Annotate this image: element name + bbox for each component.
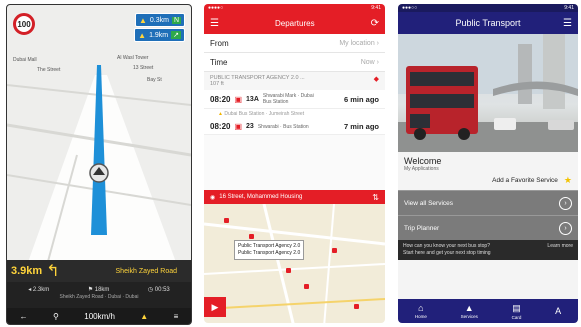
selected-stop-bar[interactable]: ◉ 16 Street, Mohammed Housing ⇅: [204, 190, 385, 204]
text-size-icon: A: [555, 306, 562, 316]
current-speed: 100km/h: [84, 311, 115, 321]
status-bar: ●●●○○ 9:41: [398, 4, 578, 12]
bus-stop-marker[interactable]: [224, 218, 229, 223]
agency-header[interactable]: PUBLIC TRANSPORT AGENCY 2.0 ... 107 ft ◆: [204, 72, 385, 90]
location-pin-icon: ◉: [210, 194, 216, 201]
departure-note: ▲ Dubai Bus Station · Jumeirah Street: [204, 109, 385, 119]
trip-planner-button[interactable]: Trip Planner ›: [398, 215, 578, 240]
welcome-subtitle: My Applications: [404, 166, 439, 172]
home-icon: ⌂: [418, 303, 424, 313]
info-banner: How can you know your next bus stop? Sta…: [398, 240, 578, 260]
expand-arrow-icon[interactable]: ▶: [204, 297, 226, 317]
nav-map[interactable]: [7, 5, 191, 265]
back-icon[interactable]: ←: [20, 312, 28, 321]
bus-icon: ▣: [234, 94, 243, 104]
distance-badge: ▲ 0.3km N: [134, 13, 185, 27]
menu-icon[interactable]: ☰: [563, 18, 572, 29]
tab-card[interactable]: ▤ Card: [512, 303, 522, 320]
street-name: Sheikh Zayed Road: [115, 267, 177, 275]
warning-icon[interactable]: ▲: [140, 312, 148, 321]
departures-screen: ●●●●○ 9:41 ☰ Departures ⟳ From My locati…: [204, 4, 385, 323]
departure-row[interactable]: 08:20 ▣ 23 Shwarabi · Bus Station 7 min …: [204, 119, 385, 135]
map-poi-label: Al Wasl Tower: [117, 55, 149, 61]
learn-more-link[interactable]: Learn more: [547, 243, 573, 257]
next-turn-row: 3.9km ↰ Sheikh Zayed Road: [7, 260, 191, 282]
arrival-time: ◷ 00:53: [147, 287, 170, 293]
car-icon: ▲: [138, 15, 147, 25]
map-callout[interactable]: Public Transport Agency 2.0 Public Trans…: [234, 240, 305, 260]
map-poi-label: 13 Street: [133, 65, 154, 71]
turn-distance: 3.9km: [11, 265, 43, 277]
nav-bottom-panel: 3.9km ↰ Sheikh Zayed Road ◂ 2.3km ⚑ 18km…: [7, 260, 191, 324]
tab-home[interactable]: ⌂ Home: [415, 303, 427, 319]
time-field[interactable]: Time Now ›: [204, 53, 385, 72]
tab-services[interactable]: ▲ Services: [461, 303, 478, 319]
map-poi-label: Bay St: [147, 77, 162, 83]
bus-stop-marker[interactable]: [249, 234, 254, 239]
view-all-services-button[interactable]: View all Services ›: [398, 190, 578, 215]
from-field[interactable]: From My location ›: [204, 34, 385, 53]
services-icon: ▲: [464, 303, 474, 313]
location-pin-icon: ◆: [373, 76, 379, 83]
distance-badge: ▲ 1.9km ↗: [134, 28, 185, 42]
welcome-title: Welcome: [404, 156, 442, 166]
page-title: Departures: [275, 18, 315, 28]
star-icon: ★: [563, 175, 572, 185]
bus-stop-marker[interactable]: [354, 304, 359, 309]
trip-stats: ◂ 2.3km ⚑ 18km ◷ 00:53: [7, 282, 191, 294]
status-bar: ●●●●○ 9:41: [204, 4, 385, 12]
departure-row[interactable]: 08:20 ▣ 13A Shwarabi Mark · Dubai Bus St…: [204, 90, 385, 109]
total-distance: ⚑ 18km: [87, 287, 110, 293]
car-icon: ▲: [138, 30, 147, 40]
stop-map[interactable]: Public Transport Agency 2.0 Public Trans…: [204, 204, 385, 323]
map-poi-label: The Street: [37, 67, 61, 73]
menu-icon[interactable]: ≡: [174, 312, 179, 321]
bus-stop-marker[interactable]: [332, 248, 337, 253]
add-favorite-button[interactable]: Add a Favorite Service ★: [404, 175, 572, 186]
welcome-section: Welcome My Applications Add a Favorite S…: [398, 152, 578, 190]
nav-toolbar: ← ⚲ 100km/h ▲ ≡: [7, 308, 191, 324]
bus-photo: [398, 34, 578, 152]
menu-icon[interactable]: ☰: [210, 18, 219, 29]
app-header: Public Transport ☰: [398, 12, 578, 34]
bus-stop-marker[interactable]: [304, 284, 309, 289]
app-header: ☰ Departures ⟳: [204, 12, 385, 34]
remaining-distance: ◂ 2.3km: [28, 287, 50, 293]
map-poi-label: Dubai Mall: [13, 57, 37, 63]
collapse-icon[interactable]: ⇅: [372, 193, 379, 202]
refresh-icon[interactable]: ⟳: [371, 18, 379, 29]
card-icon: ▤: [512, 302, 521, 313]
tab-text-size[interactable]: A: [555, 306, 561, 316]
turn-left-icon: ↰: [46, 263, 60, 280]
speed-limit-sign: 100: [13, 13, 35, 35]
bottom-tab-bar: ⌂ Home ▲ Services ▤ Card A: [398, 299, 578, 323]
bus-icon: ▣: [234, 122, 243, 131]
search-icon[interactable]: ⚲: [53, 312, 59, 321]
navigation-screen: 100 ▲ 0.3km N ▲ 1.9km ↗ Dubai Mall The S…: [6, 4, 192, 325]
bus-stop-marker[interactable]: [286, 268, 291, 273]
page-title: Public Transport: [455, 18, 521, 28]
chevron-right-icon: ›: [559, 196, 572, 210]
public-transport-screen: ●●●○○ 9:41 Public Transport ☰ Welcome My…: [398, 4, 578, 323]
chevron-right-icon: ›: [559, 221, 572, 235]
warning-icon: ▲: [218, 111, 223, 117]
nav-subtext: Sheikh Zayed Road · Dubai · Dubai: [59, 294, 139, 300]
